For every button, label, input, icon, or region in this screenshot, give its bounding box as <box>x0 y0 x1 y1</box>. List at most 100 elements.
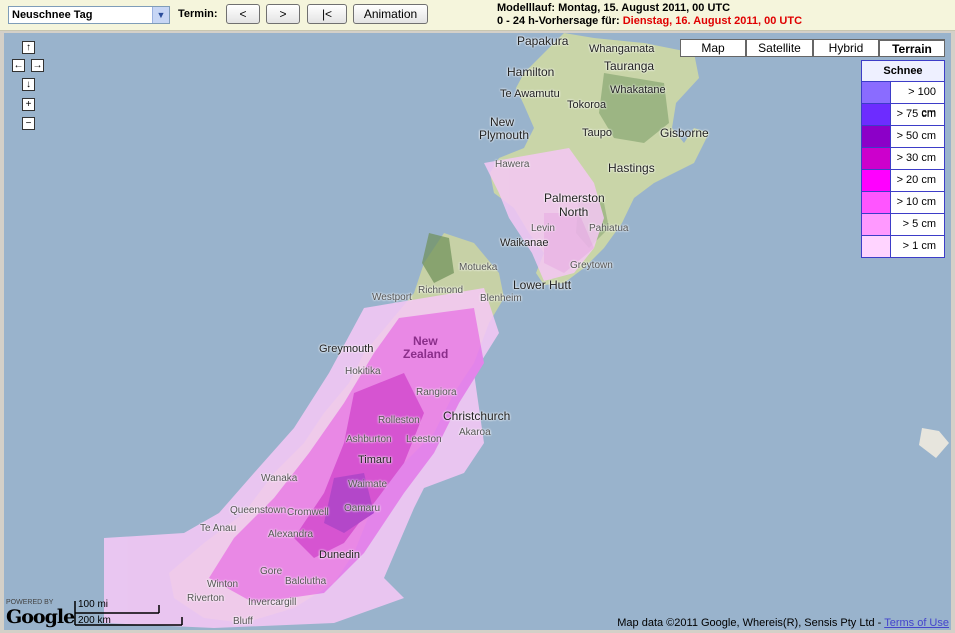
legend-row: > 5 cm <box>862 214 944 236</box>
place-label: Gisborne <box>660 126 709 140</box>
place-label: Riverton <box>187 593 225 604</box>
legend-swatch <box>862 170 891 191</box>
legend-row: > 50 cm <box>862 126 944 148</box>
place-label: Winton <box>207 579 239 590</box>
legend-label: > 75 cm <box>896 108 936 120</box>
place-label: Tauranga <box>604 59 655 73</box>
place-label: Hawera <box>495 159 530 170</box>
place-label: Papakura <box>517 34 569 48</box>
terms-link[interactable]: Terms of Use <box>884 617 949 629</box>
legend-row: > 100 cm <box>862 82 944 119</box>
place-label: Leeston <box>406 434 442 445</box>
legend-row: > 75 cm <box>862 104 944 126</box>
legend-label: > 5 cm <box>902 218 936 230</box>
place-label: Hamilton <box>507 65 555 79</box>
legend-label: > 20 cm <box>896 174 936 186</box>
place-label: Rangiora <box>416 387 457 398</box>
snow-legend: Schnee > 100 cm > 75 cm > 50 cm > 30 cm > 20… <box>861 60 945 258</box>
map[interactable]: ↑ ← → ↓ + − Map Satellite Hybrid Terrain… <box>4 33 951 630</box>
place-label: Palmerston <box>544 191 605 205</box>
forecast-prefix: 0 - 24 h-Vorhersage für: <box>497 15 623 27</box>
place-label: Oamaru <box>344 503 381 514</box>
run-info: Modelllauf: Montag, 15. August 2011, 00 … <box>497 2 802 28</box>
chevron-down-icon[interactable]: ▼ <box>152 7 169 23</box>
legend-swatch <box>862 82 891 103</box>
legend-swatch <box>862 192 891 213</box>
region-label: Zealand <box>403 347 449 361</box>
legend-swatch <box>862 104 891 125</box>
map-type-terrain[interactable]: Terrain <box>879 39 945 57</box>
attribution: Map data ©2011 Google, Whereis(R), Sensi… <box>617 617 949 629</box>
scale-km: 200 km <box>78 615 111 626</box>
map-scale: 100 mi 200 km <box>74 599 186 627</box>
legend-row: > 20 cm <box>862 170 944 192</box>
pan-up-button[interactable]: ↑ <box>22 41 35 54</box>
place-label: Dunedin <box>319 549 360 561</box>
legend-label: > 30 cm <box>896 152 936 164</box>
legend-swatch <box>862 126 891 147</box>
powered-by-text: POWERED BY <box>6 599 54 606</box>
place-label: Westport <box>372 292 412 303</box>
place-label: Balclutha <box>285 576 327 587</box>
legend-swatch <box>862 236 891 257</box>
pan-down-button[interactable]: ↓ <box>22 78 35 91</box>
legend-label: > 50 cm <box>896 130 936 142</box>
pan-right-button[interactable]: → <box>31 59 44 72</box>
legend-label: > 10 cm <box>896 196 936 208</box>
forecast-line: 0 - 24 h-Vorhersage für: Dienstag, 16. A… <box>497 15 802 28</box>
place-label: Motueka <box>459 262 498 273</box>
place-label: Alexandra <box>268 529 314 540</box>
zoom-out-button[interactable]: − <box>22 117 35 130</box>
legend-row: > 1 cm <box>862 236 944 257</box>
next-button[interactable]: > <box>266 4 300 24</box>
map-type-satellite[interactable]: Satellite <box>746 39 813 57</box>
place-label: Taupo <box>582 127 612 139</box>
place-label: New <box>490 115 515 129</box>
animation-button[interactable]: Animation <box>353 4 428 24</box>
place-label: Greymouth <box>319 343 374 355</box>
first-button[interactable]: |< <box>307 4 347 24</box>
place-label: Hokitika <box>345 366 381 377</box>
legend-title: Schnee <box>862 61 944 82</box>
zoom-in-button[interactable]: + <box>22 98 35 111</box>
place-label: Invercargill <box>248 597 297 608</box>
place-label: Tokoroa <box>567 99 607 111</box>
place-label: Bluff <box>233 616 253 627</box>
place-label: Te Awamutu <box>500 88 560 100</box>
product-select-value: Neuschnee Tag <box>12 9 93 21</box>
toolbar: Neuschnee Tag ▼ Termin: < > |< Animation… <box>0 0 955 31</box>
previous-button[interactable]: < <box>226 4 260 24</box>
legend-swatch <box>862 214 891 235</box>
google-wordmark: Google <box>6 606 75 628</box>
place-label: Whangamata <box>589 43 655 55</box>
google-logo[interactable]: POWERED BY Google <box>6 599 75 628</box>
termin-label: Termin: <box>178 8 218 20</box>
place-label: Timaru <box>358 454 392 466</box>
place-label: Waimate <box>348 479 388 490</box>
pan-left-button[interactable]: ← <box>12 59 25 72</box>
place-label: Blenheim <box>480 293 522 304</box>
model-run-text: Modelllauf: Montag, 15. August 2011, 00 … <box>497 2 731 14</box>
place-label: Whakatane <box>610 84 666 96</box>
region-label: New <box>413 334 438 348</box>
place-label: Hastings <box>608 161 655 175</box>
place-label: Te Anau <box>200 523 237 534</box>
place-label: Cromwell <box>287 507 329 518</box>
map-data-text: Map data ©2011 Google, Whereis(R), Sensi… <box>617 617 885 629</box>
forecast-date: Dienstag, 16. August 2011, 00 UTC <box>622 15 803 27</box>
scale-miles: 100 mi <box>78 599 109 610</box>
place-label: Greytown <box>570 260 613 271</box>
place-label: North <box>559 205 589 219</box>
legend-row: > 30 cm <box>862 148 944 170</box>
place-label: Wanaka <box>261 473 298 484</box>
map-type-map[interactable]: Map <box>680 39 746 57</box>
map-type-hybrid[interactable]: Hybrid <box>813 39 879 57</box>
place-label: Plymouth <box>479 128 530 142</box>
place-label: Levin <box>531 223 555 234</box>
product-select[interactable]: Neuschnee Tag ▼ <box>8 6 170 24</box>
place-label: Waikanae <box>500 237 549 249</box>
legend-label: > 1 cm <box>902 240 936 252</box>
place-label: Ashburton <box>346 434 392 445</box>
legend-swatch <box>862 148 891 169</box>
place-label: Akaroa <box>459 427 491 438</box>
